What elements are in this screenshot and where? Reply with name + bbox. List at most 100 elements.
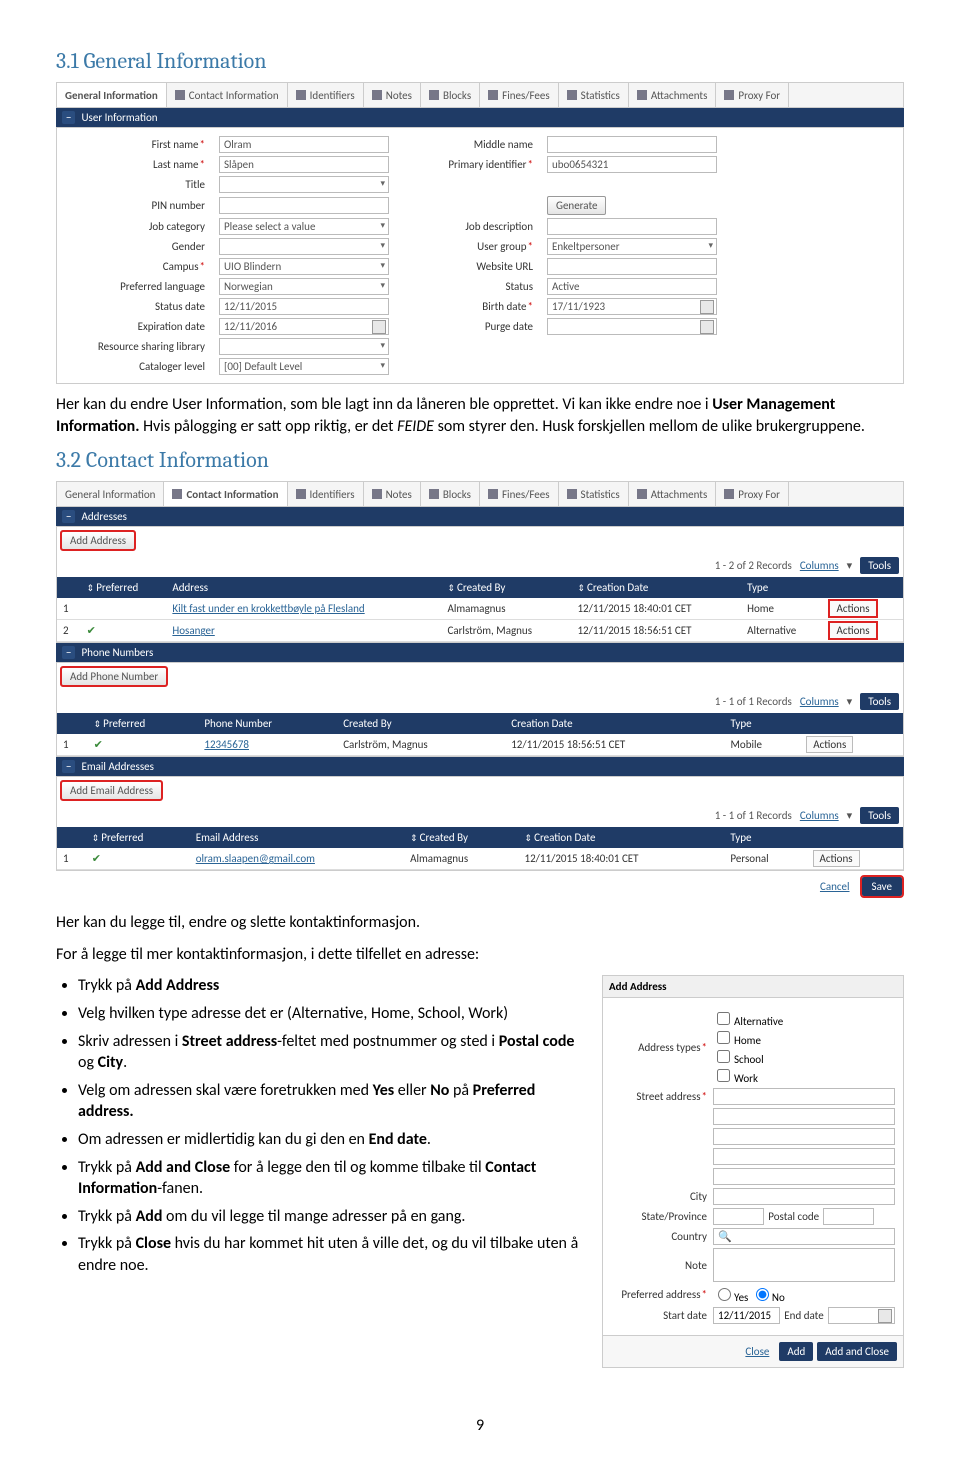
first-name-input[interactable]: Olram (219, 136, 389, 153)
blocks-icon (429, 489, 439, 499)
actions-button[interactable]: Actions (829, 600, 876, 617)
tab-contact-information[interactable]: Contact Information (167, 83, 288, 107)
records-count: 1 - 2 of 2 Records (715, 559, 792, 572)
primary-id-input[interactable]: ubo0654321 (547, 156, 717, 173)
notes-icon (372, 489, 382, 499)
tab-blocks[interactable]: Blocks (421, 482, 480, 506)
tab-notes[interactable]: Notes (364, 83, 421, 107)
columns-link[interactable]: Columns (800, 695, 839, 708)
street-1-input[interactable] (713, 1088, 895, 1105)
street-4-input[interactable] (713, 1148, 895, 1165)
tabs-row-2: General Information Contact Information … (56, 481, 904, 507)
purgedate-input[interactable] (547, 318, 717, 335)
add-phone-button[interactable]: Add Phone Number (61, 667, 167, 686)
para-3: For å legge til mer kontaktinformasjon, … (56, 944, 904, 966)
tools-button[interactable]: Tools (860, 807, 899, 824)
expdate-input[interactable]: 12/11/2016 (219, 318, 389, 335)
actions-button[interactable]: Actions (829, 622, 876, 639)
start-date-input[interactable]: 12/11/2015 (713, 1307, 780, 1324)
tools-button[interactable]: Tools (860, 557, 899, 574)
save-button[interactable]: Save (862, 877, 902, 896)
grid-icon (172, 489, 182, 499)
city-input[interactable] (713, 1188, 895, 1205)
add-and-close-button[interactable]: Add and Close (817, 1342, 897, 1361)
type-home-checkbox[interactable] (717, 1031, 730, 1044)
type-work-checkbox[interactable] (717, 1069, 730, 1082)
tab-identifiers[interactable]: Identifiers (288, 83, 364, 107)
attachments-icon (637, 90, 647, 100)
page-number: 9 (56, 1416, 904, 1435)
screenshot-general-info: General Information Contact Information … (56, 82, 904, 384)
tab-proxy-for[interactable]: Proxy For (716, 482, 789, 506)
country-label: Country (611, 1230, 707, 1243)
website-label: Website URL (403, 260, 533, 273)
start-date-label: Start date (611, 1309, 707, 1322)
middle-name-input[interactable] (547, 136, 717, 153)
gender-select[interactable] (219, 238, 389, 255)
tools-button[interactable]: Tools (860, 693, 899, 710)
add-address-header: Add Address (603, 976, 903, 998)
pin-input[interactable] (219, 197, 389, 214)
close-link[interactable]: Close (739, 1342, 775, 1361)
tab-contact-information[interactable]: Contact Information (164, 482, 287, 506)
tab-blocks[interactable]: Blocks (421, 83, 480, 107)
tab-notes[interactable]: Notes (364, 482, 421, 506)
campus-select[interactable]: UIO Blindern (219, 258, 389, 275)
columns-link[interactable]: Columns (800, 809, 839, 822)
end-date-label: End date (784, 1309, 823, 1322)
tab-attachments[interactable]: Attachments (629, 83, 717, 107)
end-date-input[interactable] (828, 1307, 895, 1324)
preferred-yes-radio[interactable] (718, 1288, 731, 1301)
add-button[interactable]: Add (779, 1342, 813, 1361)
tab-identifiers[interactable]: Identifiers (288, 482, 364, 506)
tab-general-information[interactable]: General Information (57, 83, 167, 107)
catlevel-select[interactable]: [00] Default Level (219, 358, 389, 375)
country-input[interactable]: 🔍 (713, 1228, 895, 1245)
note-input[interactable] (713, 1248, 895, 1282)
type-alternative-checkbox[interactable] (717, 1012, 730, 1025)
preferred-no-radio[interactable] (756, 1288, 769, 1301)
website-input[interactable] (547, 258, 717, 275)
tab-proxy-for[interactable]: Proxy For (716, 83, 789, 107)
last-name-label: Last name (65, 158, 205, 171)
actions-button[interactable]: Actions (806, 736, 853, 753)
street-2-input[interactable] (713, 1108, 895, 1125)
title-select[interactable] (219, 176, 389, 193)
collapse-icon[interactable]: − (62, 646, 75, 659)
usergroup-label: User group (403, 240, 533, 253)
status-label: Status (403, 280, 533, 293)
rsl-label: Resource sharing library (65, 340, 205, 353)
tab-statistics[interactable]: Statistics (559, 83, 629, 107)
cancel-link[interactable]: Cancel (814, 877, 856, 896)
tab-statistics[interactable]: Statistics (559, 482, 629, 506)
tab-attachments[interactable]: Attachments (629, 482, 717, 506)
street-3-input[interactable] (713, 1128, 895, 1145)
birthdate-input[interactable]: 17/11/1923 (547, 298, 717, 315)
collapse-icon[interactable]: − (62, 510, 75, 523)
identifiers-icon (296, 489, 306, 499)
add-address-button[interactable]: Add Address (61, 531, 135, 550)
tab-fines[interactable]: Fines/Fees (480, 482, 559, 506)
actions-button[interactable]: Actions (813, 850, 860, 867)
add-email-button[interactable]: Add Email Address (61, 781, 162, 800)
collapse-icon[interactable]: − (62, 111, 75, 124)
jobcat-select[interactable]: Please select a value (219, 218, 389, 235)
columns-link[interactable]: Columns (800, 559, 839, 572)
add-address-panel: Add Address Address types Alternative Ho… (602, 975, 904, 1368)
tab-fines[interactable]: Fines/Fees (480, 83, 559, 107)
collapse-icon[interactable]: − (62, 760, 75, 773)
preflang-label: Preferred language (65, 280, 205, 293)
jobdesc-input[interactable] (547, 218, 717, 235)
postal-input[interactable] (823, 1208, 874, 1225)
addresses-bar: −Addresses (56, 507, 904, 526)
generate-button[interactable]: Generate (547, 196, 606, 215)
last-name-input[interactable]: Slåpen (219, 156, 389, 173)
rsl-select[interactable] (219, 338, 389, 355)
street-5-input[interactable] (713, 1168, 895, 1185)
type-school-checkbox[interactable] (717, 1050, 730, 1063)
preflang-select[interactable]: Norwegian (219, 278, 389, 295)
usergroup-select[interactable]: Enkeltpersoner (547, 238, 717, 255)
status-input[interactable]: Active (547, 278, 717, 295)
state-input[interactable] (713, 1208, 764, 1225)
tab-general-information[interactable]: General Information (57, 482, 164, 506)
